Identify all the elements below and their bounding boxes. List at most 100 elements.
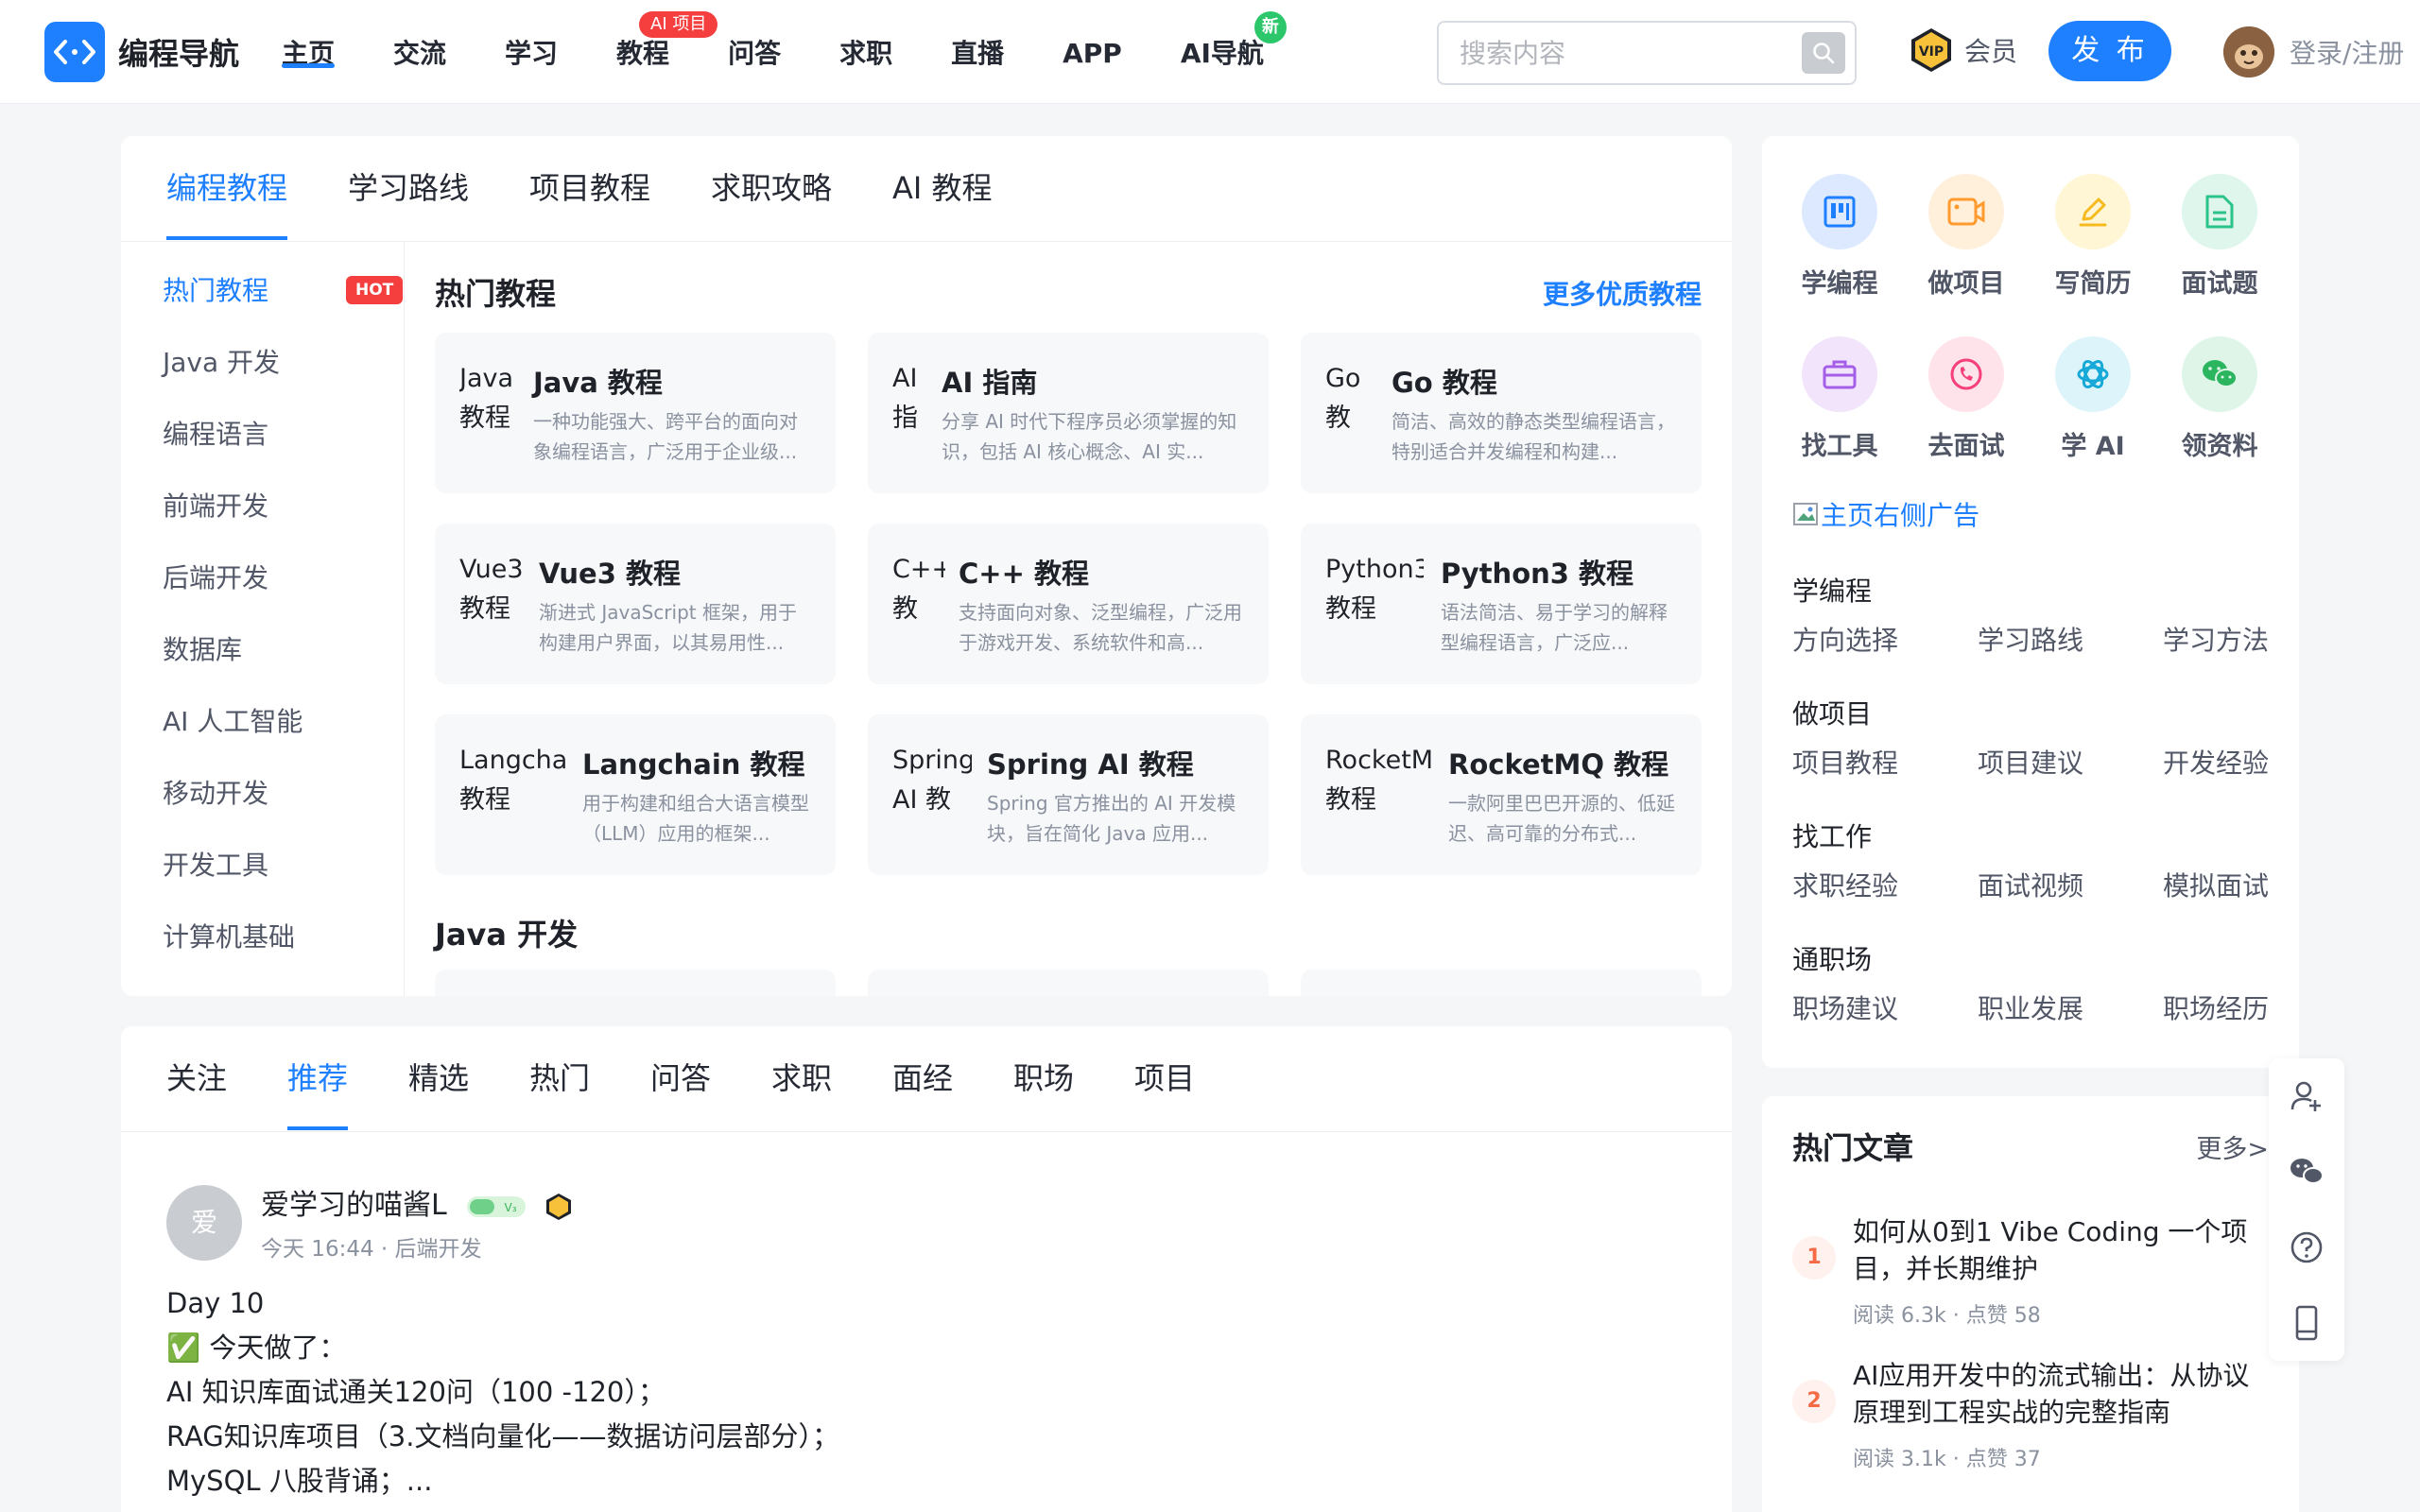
- tutorial-name: AI 指南: [942, 367, 1038, 399]
- nav-study-label: 学习: [505, 38, 559, 69]
- sidebar-item-hot[interactable]: 热门教程 HOT: [163, 270, 404, 308]
- sidebar-item-languages[interactable]: 编程语言: [163, 414, 268, 452]
- quick-learn-coding[interactable]: 学编程: [1783, 174, 1896, 300]
- nav-ai-guide[interactable]: AI导航新: [1181, 0, 1287, 104]
- article-title[interactable]: 如何从0到1 Vibe Coding 一个项目，并长期维护: [1853, 1213, 2269, 1287]
- mobile-icon[interactable]: [2288, 1304, 2325, 1342]
- nav-app[interactable]: APP: [1063, 0, 1122, 104]
- nav-jobs[interactable]: 求职: [839, 0, 892, 104]
- tab-coding-tutorial[interactable]: 编程教程: [166, 164, 288, 240]
- logo-icon: [44, 22, 105, 82]
- quick-write-resume[interactable]: 写简历: [2036, 174, 2150, 300]
- quick-label: 去面试: [1927, 432, 2005, 461]
- nav-community[interactable]: 交流: [393, 0, 446, 104]
- video-icon: [1928, 174, 2004, 249]
- nav-qa[interactable]: 问答: [728, 0, 781, 104]
- link-workplace-advice[interactable]: 职场建议: [1792, 988, 1898, 1026]
- tutorial-card-rocketmq[interactable]: RocketM 教程 RocketMQ 教程 一款阿里巴巴开源的、低延迟、高可靠…: [1301, 714, 1702, 875]
- sidebar-item-java[interactable]: Java 开发: [163, 342, 280, 380]
- tab-hot[interactable]: 热门: [529, 1055, 590, 1098]
- quick-learn-ai[interactable]: 学 AI: [2036, 336, 2150, 462]
- wechat-icon[interactable]: [2288, 1153, 2325, 1191]
- tab-following[interactable]: 关注: [166, 1055, 227, 1098]
- floating-toolbar: [2269, 1058, 2344, 1361]
- tutorial-card-langchain[interactable]: Langchai 教程 Langchain 教程 用于构建和组合大语言模型（LL…: [435, 714, 836, 875]
- tab-job-guide[interactable]: 求职攻略: [711, 164, 832, 208]
- article-title[interactable]: AI应用开发中的流式输出：从协议原理到工程实战的完整指南: [1853, 1357, 2269, 1431]
- tab-learning-path[interactable]: 学习路线: [348, 164, 469, 208]
- tutorial-card-spring-ai[interactable]: Spring AI 教 Spring AI 教程 Spring 官方推出的 AI…: [868, 714, 1269, 875]
- link-dev-experience[interactable]: 开发经验: [2163, 743, 2269, 781]
- site-logo[interactable]: 编程导航: [44, 22, 239, 82]
- sidebar-item-mobile[interactable]: 移动开发: [163, 773, 268, 811]
- tab-featured[interactable]: 精选: [408, 1055, 469, 1098]
- link-career-development[interactable]: 职业发展: [1978, 988, 2083, 1026]
- tutorial-card-cpp[interactable]: C++ 教 C++ 教程 支持面向对象、泛型编程，广泛用于游戏开发、系统软件和高…: [868, 524, 1269, 684]
- nav-study[interactable]: 学习: [505, 0, 558, 104]
- search-button[interactable]: [1802, 32, 1845, 74]
- tutorial-card-java[interactable]: Java 教程 Java 教程 一种功能强大、跨平台的面向对象编程语言，广泛用于…: [435, 333, 836, 493]
- quick-find-tools[interactable]: 找工具: [1783, 336, 1896, 462]
- tutorial-card-vue3[interactable]: Vue3 教程 Vue3 教程 渐进式 JavaScript 框架，用于构建用户…: [435, 524, 836, 684]
- tutorial-card-partial[interactable]: [868, 970, 1269, 996]
- tab-jobs[interactable]: 求职: [771, 1055, 832, 1098]
- homepage-ad[interactable]: 主页右侧广告: [1792, 495, 1979, 533]
- post-avatar[interactable]: 爱: [166, 1185, 242, 1261]
- broken-image-icon: [1793, 503, 1818, 525]
- tab-interview[interactable]: 面经: [892, 1055, 953, 1098]
- login-entry[interactable]: 登录/注册: [2223, 26, 2404, 77]
- tab-qa[interactable]: 问答: [650, 1055, 711, 1098]
- tutorial-card-partial[interactable]: [435, 970, 836, 996]
- link-direction[interactable]: 方向选择: [1792, 620, 1898, 658]
- tutorial-card-partial[interactable]: [1301, 970, 1702, 996]
- vip-entry[interactable]: VIP 会员: [1908, 26, 2017, 74]
- quick-label: 面试题: [2181, 269, 2258, 299]
- tutorial-name: RocketMQ 教程: [1448, 748, 1669, 781]
- rank-badge: 2: [1792, 1380, 1836, 1423]
- link-workplace-stories[interactable]: 职场经历: [2163, 988, 2269, 1026]
- tab-recommended[interactable]: 推荐: [287, 1055, 349, 1130]
- tab-project-tutorial[interactable]: 项目教程: [529, 164, 650, 208]
- link-learning-path[interactable]: 学习路线: [1978, 620, 2083, 658]
- post-content[interactable]: Day 10 ✅ 今天做了： AI 知识库面试通关120问（100 -120）；…: [166, 1281, 839, 1503]
- search-input[interactable]: [1460, 34, 1781, 72]
- help-icon[interactable]: [2288, 1228, 2325, 1266]
- quick-interview-questions[interactable]: 面试题: [2163, 174, 2276, 300]
- link-mock-interview[interactable]: 模拟面试: [2163, 866, 2269, 903]
- sidebar-item-database[interactable]: 数据库: [163, 629, 242, 667]
- quick-do-project[interactable]: 做项目: [1910, 174, 2023, 300]
- link-project-advice[interactable]: 项目建议: [1978, 743, 2083, 781]
- tutorial-card-go[interactable]: Go 教 Go 教程 简洁、高效的静态类型编程语言，特别适合并发编程和构建...: [1301, 333, 1702, 493]
- post-author[interactable]: 爱学习的喵酱L V₃: [261, 1181, 573, 1223]
- tutorial-card-python3[interactable]: Python3 教程 Python3 教程 语法简洁、易于学习的解释型编程语言，…: [1301, 524, 1702, 684]
- nav-live[interactable]: 直播: [951, 0, 1004, 104]
- link-project-tutorial[interactable]: 项目教程: [1792, 743, 1898, 781]
- sidebar-item-devtools[interactable]: 开发工具: [163, 845, 268, 883]
- tutorial-desc: Spring 官方推出的 AI 开发模块，旨在简化 Java 应用...: [987, 792, 1236, 845]
- link-job-experience[interactable]: 求职经验: [1792, 866, 1898, 903]
- avatar: [2223, 26, 2274, 77]
- tutorial-card-ai-guide[interactable]: AI 指 AI 指南 分享 AI 时代下程序员必须掌握的知识，包括 AI 核心概…: [868, 333, 1269, 493]
- quick-get-materials[interactable]: 领资料: [2163, 336, 2276, 462]
- sidebar-item-backend[interactable]: 后端开发: [163, 558, 268, 595]
- tutorial-thumb: AI 指: [892, 364, 918, 433]
- sidebar-item-cs-basics[interactable]: 计算机基础: [163, 917, 295, 954]
- tab-ai-tutorial[interactable]: AI 教程: [892, 164, 993, 208]
- add-user-icon[interactable]: [2288, 1077, 2325, 1115]
- quick-go-interview[interactable]: 去面试: [1910, 336, 2023, 462]
- link-interview-video[interactable]: 面试视频: [1978, 866, 2083, 903]
- nav-home[interactable]: 主页: [282, 0, 336, 104]
- post-line: AI 知识库面试通关120问（100 -120）；: [166, 1376, 666, 1408]
- nav-tutorial[interactable]: 教程 AI 项目: [616, 0, 718, 104]
- sidebar-item-frontend[interactable]: 前端开发: [163, 486, 268, 524]
- tab-projects[interactable]: 项目: [1134, 1055, 1195, 1098]
- quick-label: 写简历: [2054, 269, 2132, 299]
- post-line: RAG知识库项目（3.文档向量化——数据访问层部分）；: [166, 1420, 839, 1452]
- publish-button[interactable]: 发 布: [2048, 21, 2171, 81]
- tab-workplace[interactable]: 职场: [1013, 1055, 1074, 1098]
- more-tutorials-link[interactable]: 更多优质教程: [1543, 274, 1702, 312]
- sidebar-item-ai[interactable]: AI 人工智能: [163, 701, 302, 739]
- link-learning-method[interactable]: 学习方法: [2163, 620, 2269, 658]
- feed-panel: 关注 推荐 精选 热门 问答 求职 面经 职场 项目 爱 爱学习的喵酱L V₃ …: [121, 1026, 1732, 1512]
- hot-articles-more[interactable]: 更多>: [2196, 1128, 2269, 1165]
